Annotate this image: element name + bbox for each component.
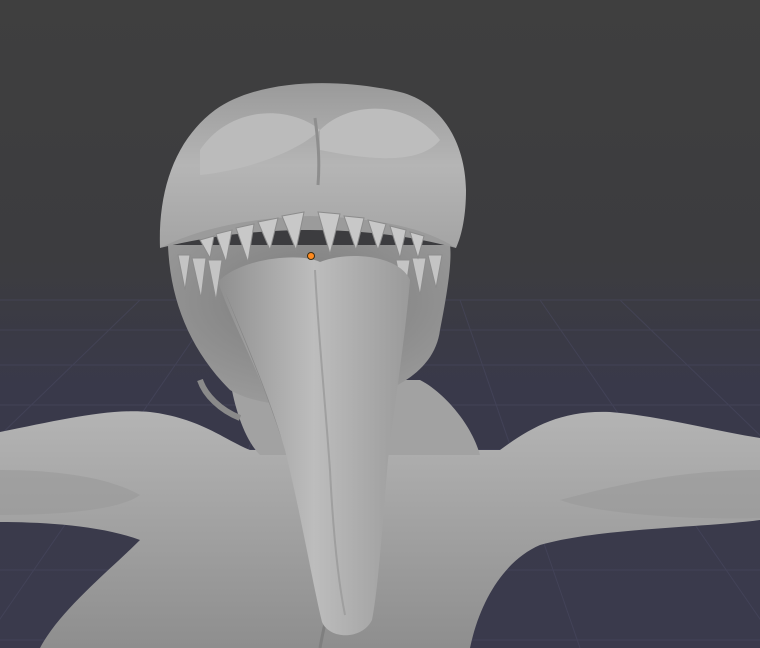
viewport-canvas[interactable] (0, 0, 760, 648)
object-origin-icon[interactable] (307, 252, 315, 260)
3d-viewport[interactable] (0, 0, 760, 648)
